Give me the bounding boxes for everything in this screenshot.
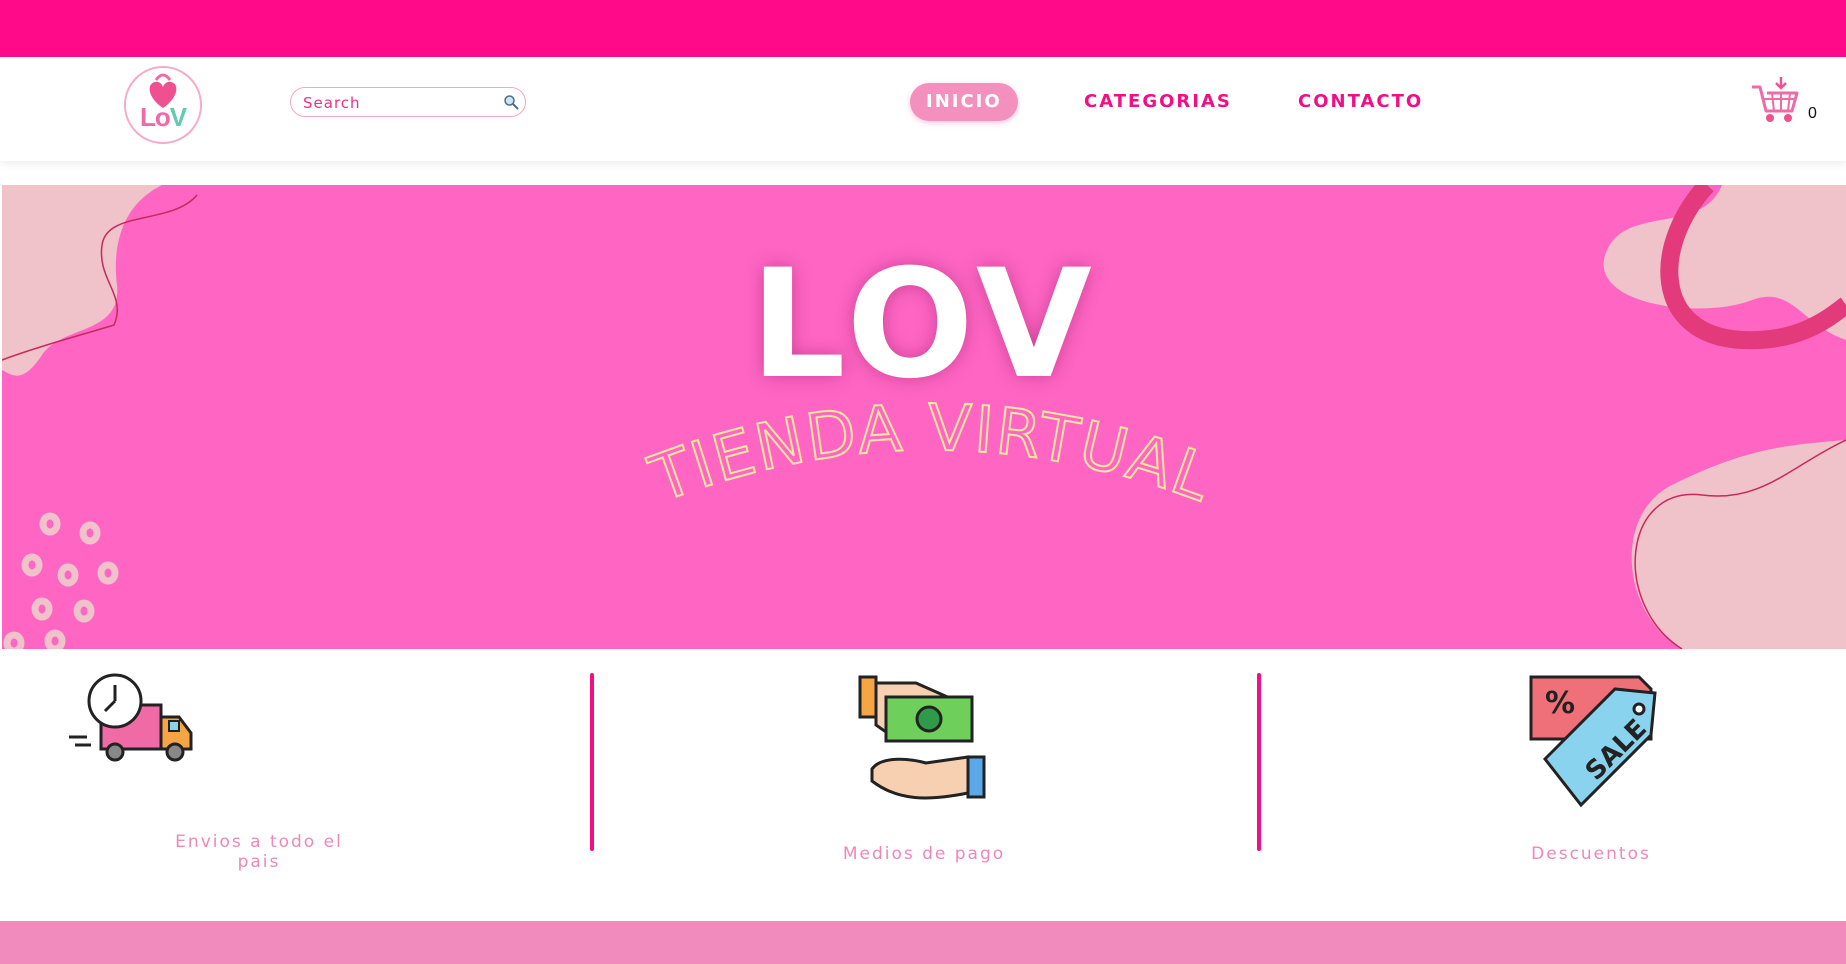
feature-payment-label: Medios de pago xyxy=(842,844,1006,864)
sale-tag-icon: % SALE xyxy=(1529,675,1657,808)
svg-text:TIENDA VIRTUAL: TIENDA VIRTUAL xyxy=(641,400,1223,517)
nav-inicio[interactable]: INICIO xyxy=(910,83,1018,121)
hero-tagline-graphic: TIENDA VIRTUAL xyxy=(640,400,1223,518)
nav-categorias[interactable]: CATEGORIAS xyxy=(1084,83,1232,121)
bottom-bar xyxy=(0,921,1846,964)
search-box xyxy=(290,87,526,117)
hero-title: LOV xyxy=(750,238,1098,412)
cart-icon[interactable] xyxy=(1750,75,1802,127)
site-header: LoV INICIO CATEGORIAS CONTACTO 0 xyxy=(0,57,1846,161)
search-input[interactable] xyxy=(301,92,495,114)
feature-payment: Medios de pago xyxy=(590,669,1258,864)
hero-tagline: TIENDA VIRTUAL xyxy=(640,400,1222,518)
feature-shipping: Envios a todo el pais xyxy=(0,669,668,872)
features-section: Envios a todo el pais Medios de pago % S… xyxy=(0,649,1846,921)
logo[interactable]: LoV xyxy=(124,66,202,144)
nav-contacto[interactable]: CONTACTO xyxy=(1298,83,1423,121)
delivery-truck-icon xyxy=(69,673,193,762)
search-icon[interactable] xyxy=(503,94,519,110)
top-bar xyxy=(0,0,1846,58)
feature-discounts: % SALE Descuentos xyxy=(1257,669,1846,864)
payment-hands-icon xyxy=(858,675,986,800)
feature-discounts-label: Descuentos xyxy=(1531,844,1651,864)
svg-text:%: % xyxy=(1545,686,1575,721)
feature-shipping-label: Envios a todo el pais xyxy=(175,832,343,872)
logo-text-part1: Lo xyxy=(139,102,171,132)
hero-banner: LOV TIENDA VIRTUAL xyxy=(2,185,1846,649)
logo-text-part2: V xyxy=(169,102,187,132)
cart-count: 0 xyxy=(1808,105,1817,122)
